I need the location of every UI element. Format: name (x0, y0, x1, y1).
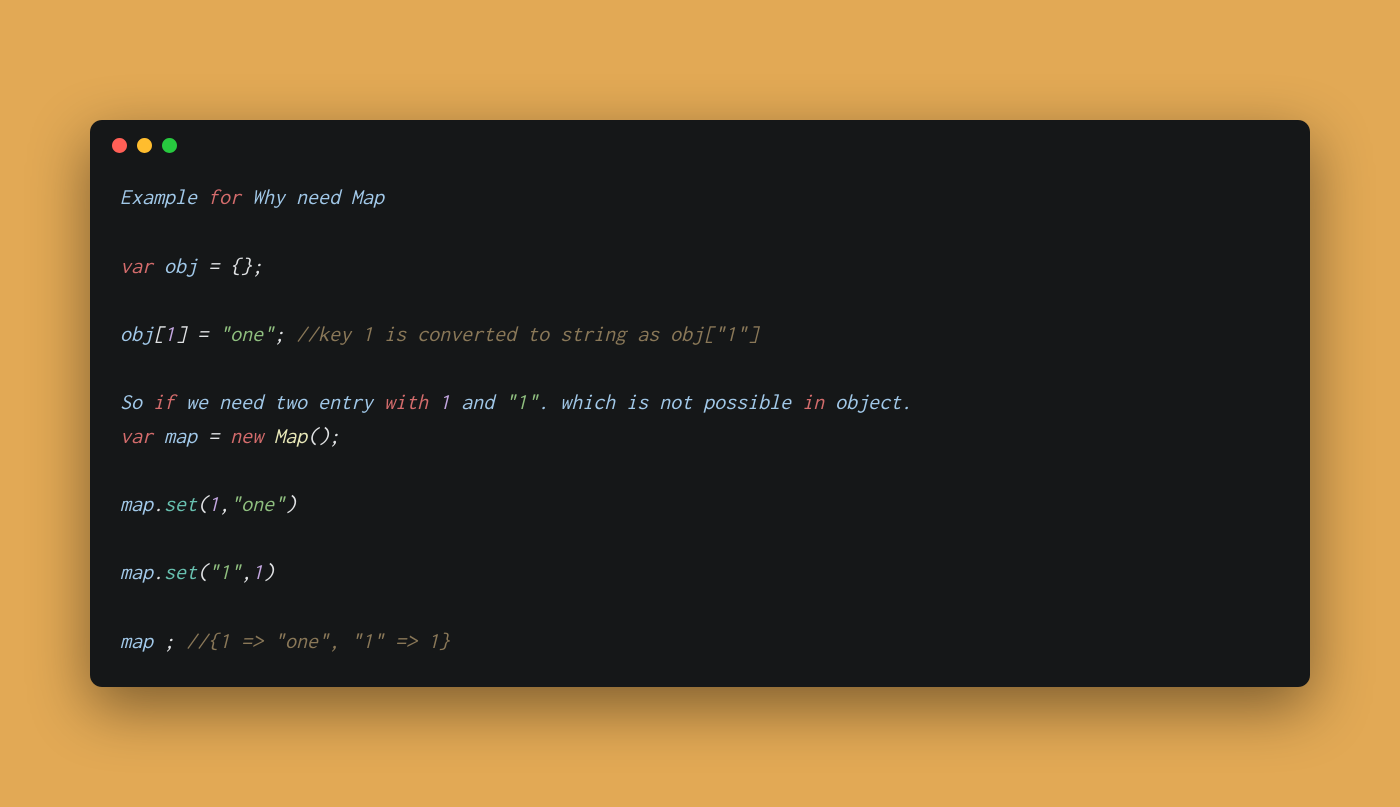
code-window: Example for Why need Map var obj = {}; o… (90, 120, 1310, 686)
code-line: map.set("1",1) (120, 556, 1280, 590)
code-token (285, 323, 296, 346)
code-token: ) (263, 561, 274, 584)
code-token: //{1 => "one", "1" => 1} (186, 630, 450, 653)
code-token: , (241, 561, 252, 584)
code-token (219, 255, 230, 278)
code-token: and (450, 391, 505, 414)
code-token: //key 1 is converted to string as obj["1… (296, 323, 758, 346)
code-token: "1" (208, 561, 241, 584)
code-line (120, 590, 1280, 624)
code-token: 1 (252, 561, 263, 584)
code-token: obj (164, 255, 197, 278)
code-line: obj[1] = "one"; //key 1 is converted to … (120, 318, 1280, 352)
maximize-icon[interactable] (162, 138, 177, 153)
code-token: 1 (208, 493, 219, 516)
code-line: Example for Why need Map (120, 181, 1280, 215)
code-line (120, 284, 1280, 318)
code-token: set (164, 493, 197, 516)
code-token: ( (197, 493, 208, 516)
code-token: var (120, 425, 153, 448)
code-token: . which is not possible (538, 391, 802, 414)
code-token (219, 425, 230, 448)
code-token: in (802, 391, 824, 414)
code-token (153, 425, 164, 448)
code-line: So if we need two entry with 1 and "1". … (120, 386, 1280, 420)
code-token: Example (120, 186, 208, 209)
code-token: "one" (230, 493, 285, 516)
code-token: ] (175, 323, 186, 346)
code-token: . (153, 561, 164, 584)
close-icon[interactable] (112, 138, 127, 153)
code-token: 1 (439, 391, 450, 414)
code-token: ; (252, 255, 263, 278)
code-token: ) (285, 493, 296, 516)
code-token: "1" (505, 391, 538, 414)
code-line: var map = new Map(); (120, 420, 1280, 454)
code-token: Map (274, 425, 307, 448)
code-token: , (219, 493, 230, 516)
code-token: (); (307, 425, 340, 448)
code-token: = (208, 255, 219, 278)
code-line (120, 215, 1280, 249)
code-line (120, 352, 1280, 386)
code-token: var (120, 255, 153, 278)
code-token: = (197, 323, 208, 346)
code-content: Example for Why need Map var obj = {}; o… (90, 157, 1310, 686)
code-line (120, 522, 1280, 556)
code-token: map (164, 425, 197, 448)
code-token (197, 255, 208, 278)
code-token: set (164, 561, 197, 584)
code-token: [ (153, 323, 164, 346)
code-token: obj (120, 323, 153, 346)
code-token: map (120, 493, 153, 516)
code-token: . (153, 493, 164, 516)
code-token (197, 425, 208, 448)
code-token: map (120, 561, 153, 584)
code-line: map ; //{1 => "one", "1" => 1} (120, 625, 1280, 659)
code-line: map.set(1,"one") (120, 488, 1280, 522)
code-token (153, 255, 164, 278)
code-token: map (120, 630, 164, 653)
code-token: = (208, 425, 219, 448)
minimize-icon[interactable] (137, 138, 152, 153)
code-token: ( (197, 561, 208, 584)
code-token: with (384, 391, 428, 414)
code-token: object. (824, 391, 912, 414)
code-token: ; (164, 630, 175, 653)
code-token (208, 323, 219, 346)
code-token: we need two entry (175, 391, 384, 414)
code-token (175, 630, 186, 653)
code-token: ; (274, 323, 285, 346)
window-titlebar (90, 120, 1310, 157)
code-token: "one" (219, 323, 274, 346)
code-token: 1 (164, 323, 175, 346)
code-token (186, 323, 197, 346)
code-token: Why need Map (241, 186, 384, 209)
code-token: if (153, 391, 175, 414)
code-token: new (230, 425, 263, 448)
code-line (120, 454, 1280, 488)
code-line: var obj = {}; (120, 250, 1280, 284)
code-token: {} (230, 255, 252, 278)
code-token: for (208, 186, 241, 209)
code-token: So (120, 391, 153, 414)
code-token (428, 391, 439, 414)
code-token (263, 425, 274, 448)
